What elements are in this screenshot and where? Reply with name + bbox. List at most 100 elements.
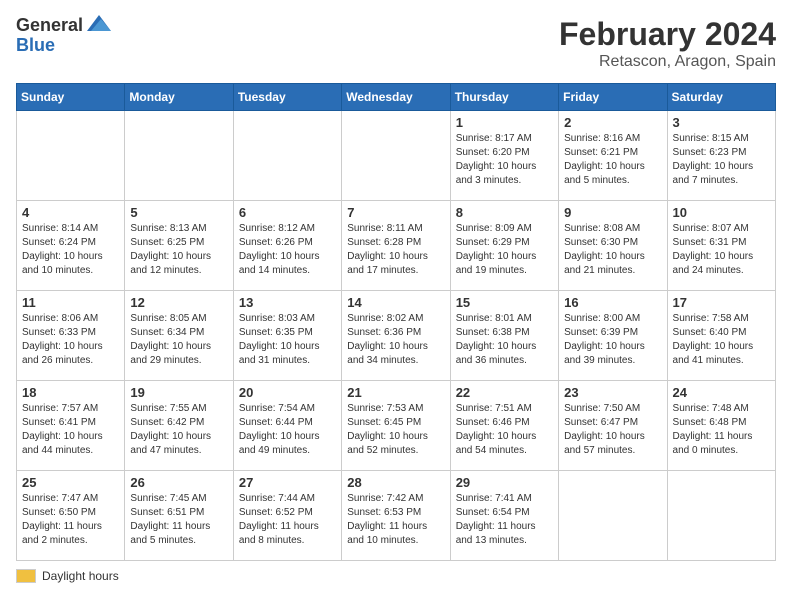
calendar-week-row: 25 Sunrise: 7:47 AM Sunset: 6:50 PM Dayli…	[17, 471, 776, 561]
calendar-week-row: 1 Sunrise: 8:17 AM Sunset: 6:20 PM Daylig…	[17, 111, 776, 201]
calendar-header-cell: Tuesday	[233, 84, 341, 111]
location-title: Retascon, Aragon, Spain	[559, 53, 776, 71]
calendar-header-cell: Monday	[125, 84, 233, 111]
calendar-day-cell: 18 Sunrise: 7:57 AM Sunset: 6:41 PM Dayli…	[17, 381, 125, 471]
day-number: 9	[564, 205, 661, 220]
day-number: 8	[456, 205, 553, 220]
day-number: 28	[347, 475, 444, 490]
day-number: 3	[673, 115, 770, 130]
day-number: 11	[22, 295, 119, 310]
day-info: Sunrise: 7:48 AM Sunset: 6:48 PM Dayligh…	[673, 402, 770, 458]
day-number: 7	[347, 205, 444, 220]
calendar-day-cell: 27Sunrise: 7:44 AM Sunset: 6:52 PM Dayli…	[233, 471, 341, 561]
day-number: 18	[22, 385, 119, 400]
calendar-day-cell: 4 Sunrise: 8:14 AM Sunset: 6:24 PM Daylig…	[17, 201, 125, 291]
day-info: Sunrise: 8:17 AM Sunset: 6:20 PM Dayligh…	[456, 132, 553, 188]
calendar-day-cell: 21 Sunrise: 7:53 AM Sunset: 6:45 PM Dayli…	[342, 381, 450, 471]
calendar-day-cell: 22 Sunrise: 7:51 AM Sunset: 6:46 PM Dayli…	[450, 381, 558, 471]
day-number: 24	[673, 385, 770, 400]
calendar-header-cell: Saturday	[667, 84, 775, 111]
day-info: Sunrise: 8:14 AM Sunset: 6:24 PM Dayligh…	[22, 222, 119, 278]
calendar-day-cell: 8Sunrise: 8:09 AM Sunset: 6:29 PM Daylig…	[450, 201, 558, 291]
logo-blue: Blue	[16, 36, 111, 56]
day-info: Sunrise: 7:57 AM Sunset: 6:41 PM Dayligh…	[22, 402, 119, 458]
legend-area: Daylight hours	[16, 569, 776, 583]
calendar-day-cell: 12Sunrise: 8:05 AM Sunset: 6:34 PM Dayli…	[125, 291, 233, 381]
legend-label: Daylight hours	[42, 569, 119, 583]
calendar-day-cell: 25 Sunrise: 7:47 AM Sunset: 6:50 PM Dayli…	[17, 471, 125, 561]
legend-color-box	[16, 569, 36, 583]
day-number: 13	[239, 295, 336, 310]
calendar-day-cell: 11Sunrise: 8:06 AM Sunset: 6:33 PM Dayli…	[17, 291, 125, 381]
day-info: Sunrise: 7:51 AM Sunset: 6:46 PM Dayligh…	[456, 402, 553, 458]
day-number: 17	[673, 295, 770, 310]
calendar-day-cell: 10Sunrise: 8:07 AM Sunset: 6:31 PM Dayli…	[667, 201, 775, 291]
day-number: 2	[564, 115, 661, 130]
calendar-day-cell: 20 Sunrise: 7:54 AM Sunset: 6:44 PM Dayli…	[233, 381, 341, 471]
day-info: Sunrise: 8:01 AM Sunset: 6:38 PM Dayligh…	[456, 312, 553, 368]
logo-general: General	[16, 16, 83, 36]
calendar-header-cell: Friday	[559, 84, 667, 111]
day-info: Sunrise: 7:54 AM Sunset: 6:44 PM Dayligh…	[239, 402, 336, 458]
day-number: 23	[564, 385, 661, 400]
day-info: Sunrise: 7:55 AM Sunset: 6:42 PM Dayligh…	[130, 402, 227, 458]
calendar-day-cell: 14 Sunrise: 8:02 AM Sunset: 6:36 PM Dayli…	[342, 291, 450, 381]
calendar-table: SundayMondayTuesdayWednesdayThursdayFrid…	[16, 83, 776, 561]
day-info: Sunrise: 8:02 AM Sunset: 6:36 PM Dayligh…	[347, 312, 444, 368]
day-info: Sunrise: 8:15 AM Sunset: 6:23 PM Dayligh…	[673, 132, 770, 188]
calendar-day-cell	[233, 111, 341, 201]
day-info: Sunrise: 8:03 AM Sunset: 6:35 PM Dayligh…	[239, 312, 336, 368]
calendar-week-row: 4 Sunrise: 8:14 AM Sunset: 6:24 PM Daylig…	[17, 201, 776, 291]
day-number: 16	[564, 295, 661, 310]
day-info: Sunrise: 8:08 AM Sunset: 6:30 PM Dayligh…	[564, 222, 661, 278]
day-info: Sunrise: 7:47 AM Sunset: 6:50 PM Dayligh…	[22, 492, 119, 548]
calendar-day-cell: 29Sunrise: 7:41 AM Sunset: 6:54 PM Dayli…	[450, 471, 558, 561]
calendar-day-cell: 5 Sunrise: 8:13 AM Sunset: 6:25 PM Daylig…	[125, 201, 233, 291]
day-number: 12	[130, 295, 227, 310]
calendar-day-cell: 13 Sunrise: 8:03 AM Sunset: 6:35 PM Dayli…	[233, 291, 341, 381]
calendar-day-cell	[125, 111, 233, 201]
calendar-header-cell: Thursday	[450, 84, 558, 111]
day-number: 26	[130, 475, 227, 490]
day-number: 4	[22, 205, 119, 220]
day-number: 6	[239, 205, 336, 220]
calendar-week-row: 18 Sunrise: 7:57 AM Sunset: 6:41 PM Dayli…	[17, 381, 776, 471]
day-number: 5	[130, 205, 227, 220]
calendar-day-cell: 1 Sunrise: 8:17 AM Sunset: 6:20 PM Daylig…	[450, 111, 558, 201]
day-info: Sunrise: 8:07 AM Sunset: 6:31 PM Dayligh…	[673, 222, 770, 278]
calendar-day-cell: 16 Sunrise: 8:00 AM Sunset: 6:39 PM Dayli…	[559, 291, 667, 381]
logo: General Blue	[16, 16, 111, 56]
calendar-header-cell: Wednesday	[342, 84, 450, 111]
day-info: Sunrise: 8:00 AM Sunset: 6:39 PM Dayligh…	[564, 312, 661, 368]
calendar-day-cell: 6 Sunrise: 8:12 AM Sunset: 6:26 PM Daylig…	[233, 201, 341, 291]
calendar-day-cell: 3 Sunrise: 8:15 AM Sunset: 6:23 PM Daylig…	[667, 111, 775, 201]
day-number: 22	[456, 385, 553, 400]
day-number: 27	[239, 475, 336, 490]
calendar-day-cell	[667, 471, 775, 561]
day-info: Sunrise: 8:16 AM Sunset: 6:21 PM Dayligh…	[564, 132, 661, 188]
calendar-day-cell	[342, 111, 450, 201]
day-number: 21	[347, 385, 444, 400]
calendar-day-cell: 15 Sunrise: 8:01 AM Sunset: 6:38 PM Dayli…	[450, 291, 558, 381]
calendar-day-cell: 2 Sunrise: 8:16 AM Sunset: 6:21 PM Daylig…	[559, 111, 667, 201]
calendar-day-cell: 19 Sunrise: 7:55 AM Sunset: 6:42 PM Dayli…	[125, 381, 233, 471]
calendar-day-cell: 7Sunrise: 8:11 AM Sunset: 6:28 PM Daylig…	[342, 201, 450, 291]
day-number: 14	[347, 295, 444, 310]
day-info: Sunrise: 7:45 AM Sunset: 6:51 PM Dayligh…	[130, 492, 227, 548]
day-number: 25	[22, 475, 119, 490]
month-title: February 2024	[559, 16, 776, 53]
day-info: Sunrise: 7:58 AM Sunset: 6:40 PM Dayligh…	[673, 312, 770, 368]
day-number: 1	[456, 115, 553, 130]
day-info: Sunrise: 7:42 AM Sunset: 6:53 PM Dayligh…	[347, 492, 444, 548]
day-number: 20	[239, 385, 336, 400]
day-info: Sunrise: 8:12 AM Sunset: 6:26 PM Dayligh…	[239, 222, 336, 278]
calendar-day-cell: 17 Sunrise: 7:58 AM Sunset: 6:40 PM Dayli…	[667, 291, 775, 381]
day-info: Sunrise: 8:13 AM Sunset: 6:25 PM Dayligh…	[130, 222, 227, 278]
day-info: Sunrise: 7:41 AM Sunset: 6:54 PM Dayligh…	[456, 492, 553, 548]
calendar-day-cell	[559, 471, 667, 561]
calendar-day-cell: 23Sunrise: 7:50 AM Sunset: 6:47 PM Dayli…	[559, 381, 667, 471]
logo-text: General Blue	[16, 16, 111, 56]
day-number: 15	[456, 295, 553, 310]
day-info: Sunrise: 7:53 AM Sunset: 6:45 PM Dayligh…	[347, 402, 444, 458]
day-number: 19	[130, 385, 227, 400]
